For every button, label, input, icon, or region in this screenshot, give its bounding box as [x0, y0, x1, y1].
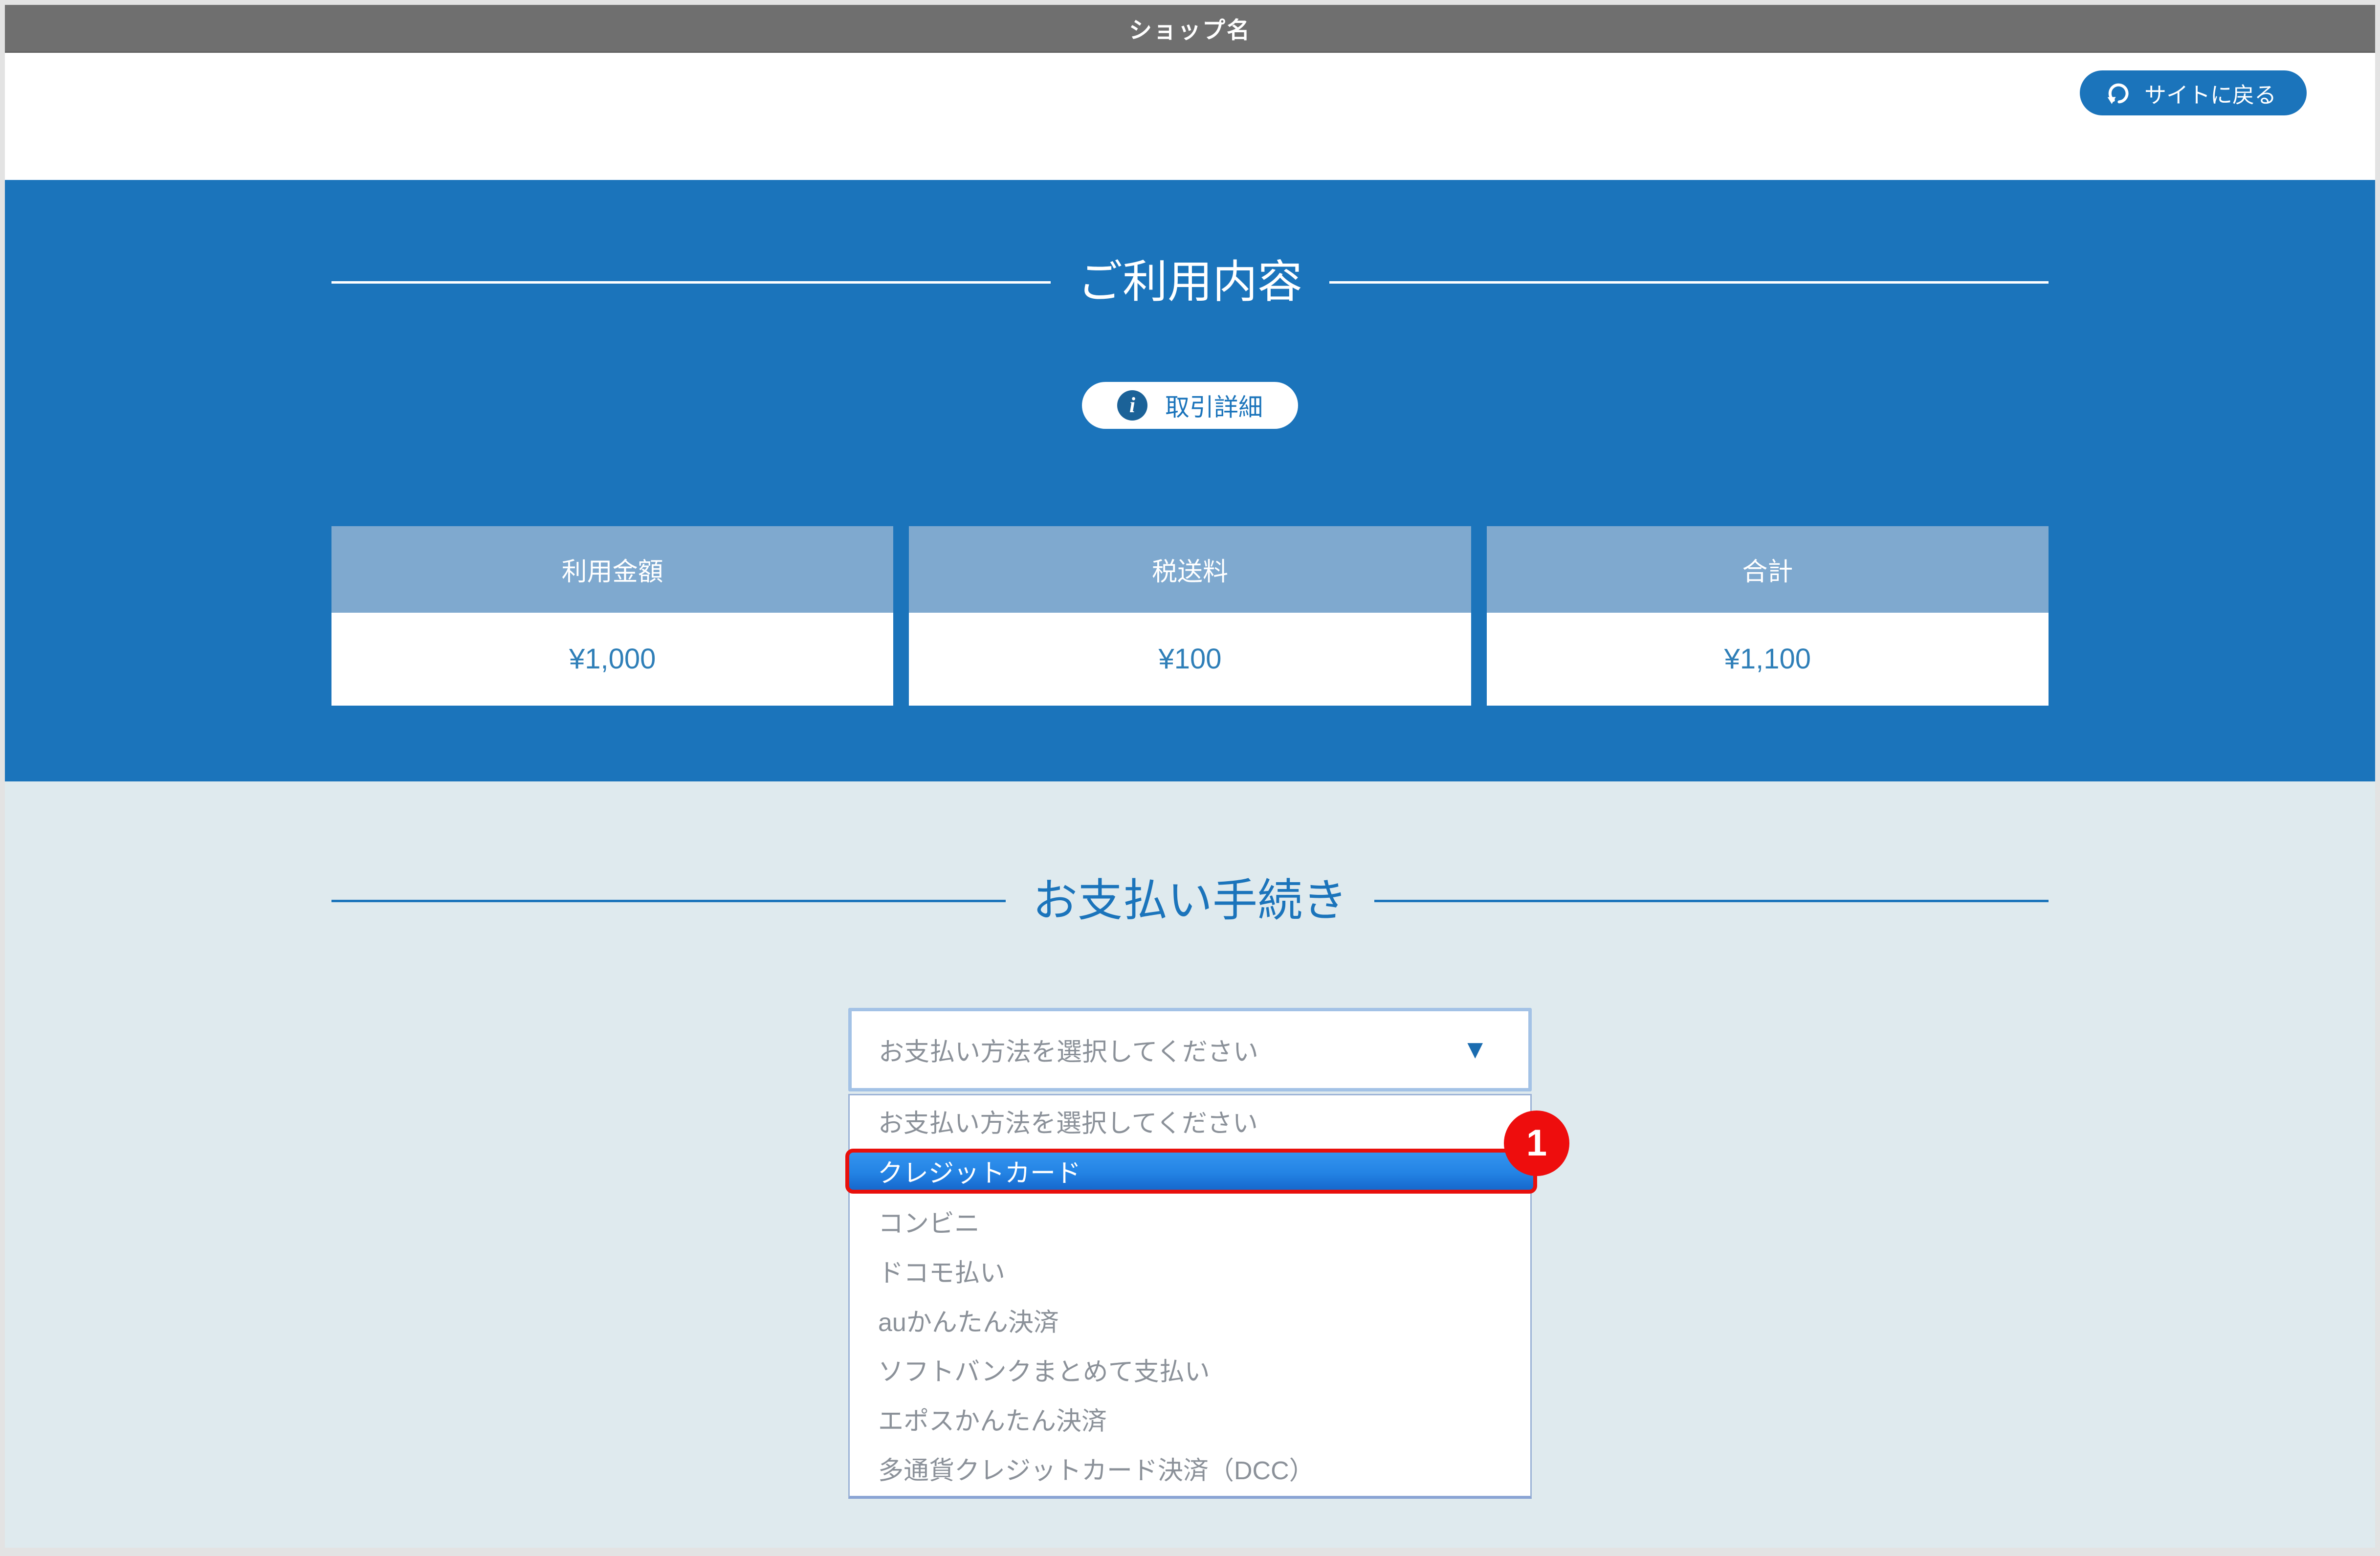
- return-arrow-icon: [2103, 79, 2132, 107]
- column-header: 合計: [1487, 526, 2049, 613]
- payment-option-placeholder[interactable]: お支払い方法を選択してください: [850, 1096, 1530, 1146]
- usage-title-row: ご利用内容: [331, 253, 2049, 312]
- usage-title: ご利用内容: [1078, 253, 1302, 312]
- column-value: ¥1,000: [331, 613, 893, 706]
- chevron-down-icon: ▼: [1462, 1034, 1509, 1065]
- payment-method-select-wrap: お支払い方法を選択してください ▼ お支払い方法を選択してください クレジットカ…: [848, 1008, 1532, 1499]
- title-rule-right: [1374, 900, 2049, 902]
- shop-name: ショップ名: [1129, 11, 1251, 45]
- header-band: サイトに戻る: [5, 53, 2375, 180]
- info-icon-glyph: i: [1129, 393, 1135, 418]
- amount-table: 利用金額 ¥1,000 税送料 ¥100 合計 ¥1,100: [331, 526, 2049, 706]
- usage-section: ご利用内容 i 取引詳細 利用金額 ¥1,000 税送料 ¥100 合計 ¥1,…: [5, 180, 2375, 781]
- payment-option-epos[interactable]: エポスかんたん決済: [850, 1394, 1530, 1444]
- payment-option-credit-card[interactable]: クレジットカード 1: [845, 1149, 1537, 1194]
- info-icon: i: [1117, 390, 1147, 421]
- payment-title: お支払い手続き: [1033, 872, 1347, 931]
- payment-option-softbank[interactable]: ソフトバンクまとめて支払い: [850, 1345, 1530, 1394]
- title-rule-left: [331, 900, 1006, 902]
- payment-option-convenience-store[interactable]: コンビニ: [850, 1197, 1530, 1246]
- title-rule-left: [331, 281, 1051, 284]
- return-button-label: サイトに戻る: [2144, 77, 2276, 109]
- topbar: ショップ名: [5, 5, 2375, 53]
- payment-method-select[interactable]: お支払い方法を選択してください ▼: [848, 1008, 1532, 1091]
- payment-title-row: お支払い手続き: [331, 872, 2049, 931]
- title-rule-right: [1329, 281, 2049, 284]
- payment-option-docomo[interactable]: ドコモ払い: [850, 1246, 1530, 1295]
- annotation-step-badge: 1: [1504, 1111, 1569, 1176]
- amount-column-total: 合計 ¥1,100: [1487, 526, 2049, 706]
- payment-section: お支払い手続き お支払い方法を選択してください ▼ お支払い方法を選択してくださ…: [5, 781, 2375, 1548]
- payment-option-dcc[interactable]: 多通貨クレジットカード決済（DCC）: [850, 1444, 1530, 1493]
- payment-method-dropdown: お支払い方法を選択してください クレジットカード 1 コンビニ ドコモ払い au…: [848, 1094, 1532, 1499]
- page: ショップ名 サイトに戻る ご利用内容 i 取引詳細 利用金額 ¥1,: [5, 5, 2375, 1546]
- column-header: 利用金額: [331, 526, 893, 613]
- payment-method-select-value: お支払い方法を選択してください: [879, 1031, 1258, 1068]
- amount-column-usage: 利用金額 ¥1,000: [331, 526, 893, 706]
- return-to-site-button[interactable]: サイトに戻る: [2080, 70, 2307, 115]
- column-value: ¥1,100: [1487, 613, 2049, 706]
- column-header: 税送料: [909, 526, 1471, 613]
- amount-column-tax: 税送料 ¥100: [909, 526, 1471, 706]
- transaction-detail-label: 取引詳細: [1165, 388, 1263, 423]
- payment-option-au[interactable]: auかんたん決済: [850, 1295, 1530, 1345]
- column-value: ¥100: [909, 613, 1471, 706]
- transaction-detail-button[interactable]: i 取引詳細: [1082, 382, 1298, 429]
